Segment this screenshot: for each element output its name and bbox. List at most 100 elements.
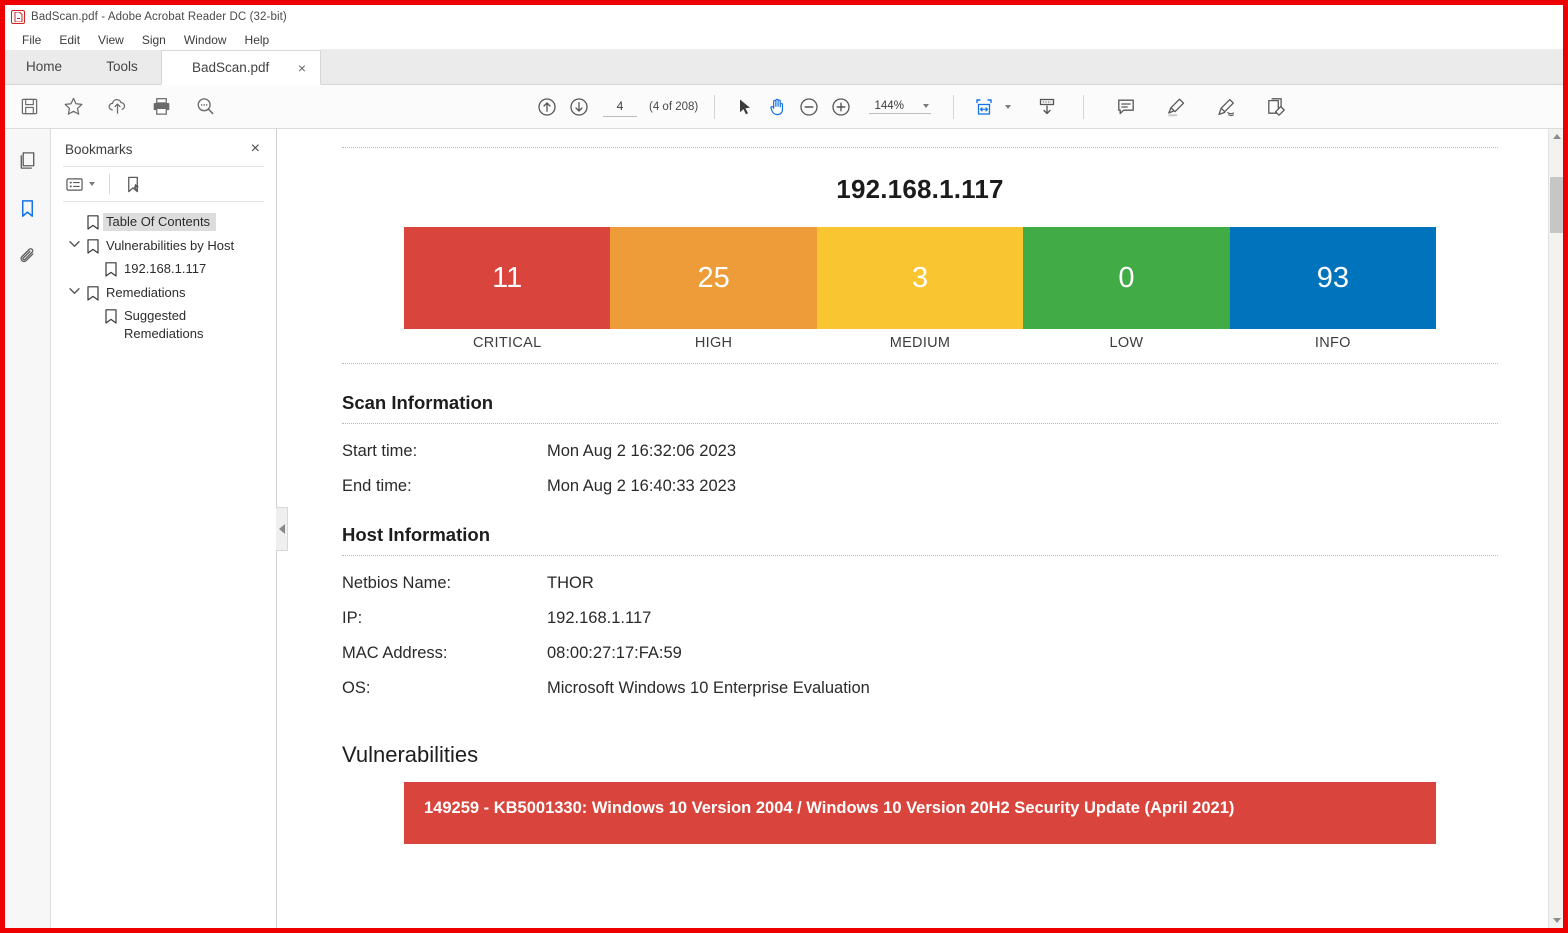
row-value: Mon Aug 2 16:40:33 2023 bbox=[547, 477, 736, 495]
row-key: OS: bbox=[342, 679, 371, 697]
bookmark-label: Vulnerabilities by Host bbox=[106, 237, 235, 253]
row-key: Netbios Name: bbox=[342, 574, 452, 592]
table-row: Start time: Mon Aug 2 16:32:06 2023 bbox=[342, 442, 1498, 461]
host-information-table: Netbios Name: THOR IP: 192.168.1.117 MAC… bbox=[342, 574, 1498, 698]
chevron-down-icon bbox=[89, 182, 95, 186]
upload-cloud-icon[interactable] bbox=[103, 93, 131, 121]
save-icon[interactable] bbox=[15, 93, 43, 121]
fit-page-icon[interactable] bbox=[970, 93, 998, 121]
chevron-left-icon bbox=[278, 523, 285, 534]
severity-label-row: CRITICAL HIGH MEDIUM LOW INFO bbox=[404, 335, 1436, 351]
divider-top bbox=[342, 147, 1498, 148]
highlight-pen-icon[interactable] bbox=[1162, 93, 1190, 121]
divider-below-chart bbox=[342, 363, 1498, 364]
fill-and-sign-icon[interactable] bbox=[1262, 93, 1290, 121]
menu-sign[interactable]: Sign bbox=[133, 32, 175, 48]
menu-file[interactable]: File bbox=[13, 32, 50, 48]
chevron-down-icon bbox=[923, 103, 930, 108]
tab-document[interactable]: BadScan.pdf × bbox=[161, 50, 321, 85]
row-key: Start time: bbox=[342, 442, 418, 460]
row-value: THOR bbox=[547, 574, 594, 592]
severity-cell-high: 25 bbox=[610, 227, 817, 329]
bookmarks-panel: Bookmarks × Table Of Contents Vulnerabil… bbox=[51, 129, 277, 928]
toolbar-separator-3 bbox=[1083, 94, 1085, 119]
zoom-level-dropdown[interactable]: 144% bbox=[869, 100, 932, 114]
bookmark-item-remediations[interactable]: Remediations bbox=[51, 281, 276, 305]
search-zoom-icon[interactable] bbox=[191, 93, 219, 121]
sign-icon[interactable] bbox=[1212, 93, 1240, 121]
chevron-down-icon[interactable] bbox=[65, 284, 83, 295]
bookmark-item-table-of-contents[interactable]: Table Of Contents bbox=[51, 210, 276, 234]
bookmark-item-suggested-remediations[interactable]: Suggested Remediations bbox=[51, 304, 276, 345]
table-row: IP: 192.168.1.117 bbox=[342, 609, 1498, 628]
pdf-page: 192.168.1.117 11 25 3 0 93 CRITICAL HIGH bbox=[326, 129, 1514, 928]
vulnerability-banner[interactable]: 149259 - KB5001330: Windows 10 Version 2… bbox=[404, 782, 1436, 844]
scroll-up-icon[interactable] bbox=[1549, 129, 1563, 144]
tab-strip-filler bbox=[321, 49, 1563, 84]
document-view[interactable]: 192.168.1.117 11 25 3 0 93 CRITICAL HIGH bbox=[277, 129, 1563, 928]
cursor-arrow-icon[interactable] bbox=[731, 93, 759, 121]
row-key: IP: bbox=[342, 609, 363, 627]
title-bar: BadScan.pdf - Adobe Acrobat Reader DC (3… bbox=[5, 5, 1563, 29]
close-icon[interactable]: × bbox=[298, 61, 306, 75]
comment-icon[interactable] bbox=[1112, 93, 1140, 121]
close-icon[interactable]: × bbox=[249, 141, 262, 157]
page-down-icon[interactable] bbox=[1033, 93, 1061, 121]
scrollbar-thumb[interactable] bbox=[1550, 177, 1563, 233]
hand-tool-icon[interactable] bbox=[763, 93, 791, 121]
row-key: End time: bbox=[342, 477, 412, 495]
attachments-icon[interactable] bbox=[13, 241, 43, 271]
toolbar-center-group: (4 of 208) 144% bbox=[533, 93, 1290, 121]
menu-window[interactable]: Window bbox=[175, 32, 236, 48]
page-thumbnails-icon[interactable] bbox=[13, 145, 43, 175]
bookmarks-icon[interactable] bbox=[13, 193, 43, 223]
bookmark-icon bbox=[101, 307, 121, 324]
tab-tools[interactable]: Tools bbox=[83, 49, 161, 84]
bookmark-label: Suggested Remediations bbox=[124, 308, 204, 341]
tab-home[interactable]: Home bbox=[5, 49, 83, 84]
bookmark-item-vulnerabilities-by-host[interactable]: Vulnerabilities by Host bbox=[51, 234, 276, 258]
bookmark-icon bbox=[83, 213, 103, 230]
bookmark-options-icon[interactable] bbox=[65, 176, 95, 193]
severity-cell-low: 0 bbox=[1023, 227, 1230, 329]
zoom-in-icon[interactable] bbox=[827, 93, 855, 121]
arrow-down-circle-icon[interactable] bbox=[565, 93, 593, 121]
pdf-file-icon bbox=[11, 10, 25, 24]
severity-label-critical: CRITICAL bbox=[472, 335, 542, 351]
star-icon[interactable] bbox=[59, 93, 87, 121]
menu-bar: File Edit View Sign Window Help bbox=[5, 29, 1563, 50]
table-row: Netbios Name: THOR bbox=[342, 574, 1498, 593]
row-value: 192.168.1.117 bbox=[547, 609, 652, 627]
page-number-input[interactable] bbox=[603, 96, 637, 117]
zoom-out-icon[interactable] bbox=[795, 93, 823, 121]
scan-information-heading: Scan Information bbox=[342, 392, 494, 413]
bookmark-label: Table Of Contents bbox=[103, 213, 217, 231]
menu-help[interactable]: Help bbox=[236, 32, 279, 48]
row-value: 08:00:27:17:FA:59 bbox=[547, 644, 682, 662]
bookmarks-toolbar-separator bbox=[109, 174, 110, 194]
arrow-up-circle-icon[interactable] bbox=[533, 93, 561, 121]
bookmark-label: 192.168.1.117 bbox=[124, 261, 207, 277]
row-value: Mon Aug 2 16:32:06 2023 bbox=[547, 442, 736, 460]
row-value: Microsoft Windows 10 Enterprise Evaluati… bbox=[547, 679, 870, 697]
menu-view[interactable]: View bbox=[89, 32, 133, 48]
row-key: MAC Address: bbox=[342, 644, 448, 662]
scroll-down-icon[interactable] bbox=[1549, 913, 1563, 928]
severity-label-high: HIGH bbox=[694, 335, 733, 351]
print-icon[interactable] bbox=[147, 93, 175, 121]
toolbar-left-group bbox=[5, 93, 219, 121]
vertical-scrollbar[interactable] bbox=[1548, 129, 1563, 928]
new-bookmark-icon[interactable] bbox=[124, 175, 143, 194]
bookmark-icon bbox=[101, 260, 121, 277]
sidebar-collapse-handle[interactable] bbox=[276, 506, 288, 551]
chevron-down-icon[interactable] bbox=[65, 237, 83, 248]
bookmark-item-host-192-168-1-117[interactable]: 192.168.1.117 bbox=[51, 257, 276, 281]
menu-edit[interactable]: Edit bbox=[50, 32, 89, 48]
table-row: MAC Address: 08:00:27:17:FA:59 bbox=[342, 644, 1498, 663]
bookmark-icon bbox=[83, 284, 103, 301]
bookmarks-header: Bookmarks × bbox=[51, 129, 276, 166]
fit-page-chevron-icon[interactable] bbox=[1005, 104, 1012, 109]
severity-label-low: LOW bbox=[1109, 335, 1144, 351]
severity-label-info: INFO bbox=[1314, 335, 1351, 351]
severity-bar-row: 11 25 3 0 93 bbox=[404, 227, 1437, 329]
